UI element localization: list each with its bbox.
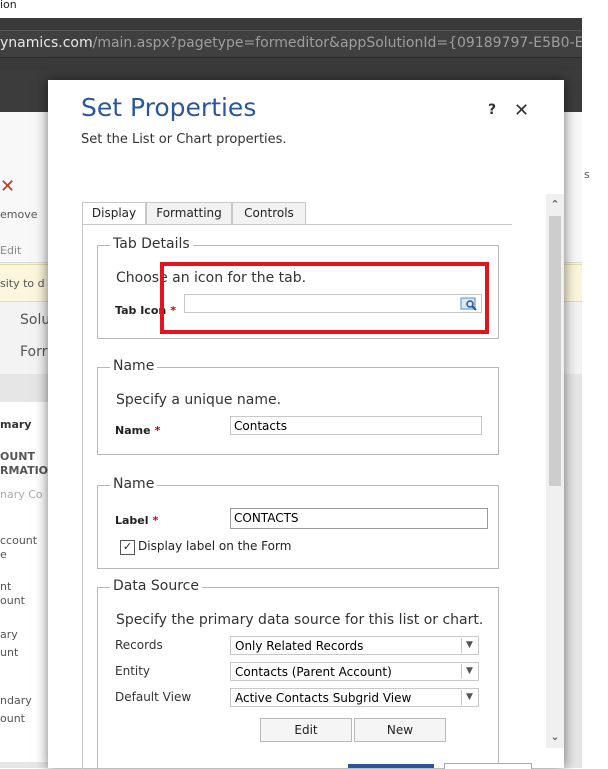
tab-controls[interactable]: Controls (232, 202, 306, 224)
data-source-instruction: Specify the primary data source for this… (116, 612, 484, 628)
dialog-subtitle: Set the List or Chart properties. (81, 132, 287, 147)
address-text: ynamics.com/main.aspx?pagetype=formedito… (0, 35, 608, 51)
display-label-text: Display label on the Form (138, 539, 292, 553)
data-source-legend: Data Source (110, 578, 202, 594)
remove-icon: ✕ (0, 176, 16, 197)
browser-toolbar: ynamics.com/main.aspx?pagetype=formedito… (0, 18, 608, 70)
scroll-up-icon[interactable]: ⌃ (546, 196, 564, 214)
tab-details-legend: Tab Details (110, 236, 193, 252)
tab-icon-label-text: Tab Icon (115, 304, 167, 317)
entity-select[interactable]: Contacts (Parent Account) ▼ (230, 662, 479, 681)
name-instruction: Specify a unique name. (116, 392, 282, 408)
default-view-label: Default View (115, 690, 192, 704)
bg-account-info-1: OUNT (0, 450, 35, 463)
new-view-button[interactable]: New (354, 718, 446, 742)
name-field[interactable]: Contacts (230, 416, 482, 435)
label-field[interactable]: CONTACTS (230, 508, 488, 529)
address-bar[interactable]: ynamics.com/main.aspx?pagetype=formedito… (0, 30, 608, 58)
bg-primary-contact: nary Co (0, 488, 43, 501)
default-view-value: Active Contacts Subgrid View (235, 691, 412, 705)
form-section: mary OUNT RMATIO nary Co ccount e nt oun… (0, 402, 49, 762)
bg-primary-2: unt (0, 646, 19, 659)
ribbon-remove-label: emove (0, 208, 38, 221)
tab-display[interactable]: Display (82, 202, 146, 225)
default-view-select[interactable]: Active Contacts Subgrid View ▼ (230, 688, 479, 707)
page-right-edge: s (582, 18, 608, 768)
edit-view-button[interactable]: Edit (260, 718, 352, 742)
bg-account-name-1: ccount (0, 534, 38, 547)
required-marker: * (152, 514, 159, 527)
window-title: ion (0, 0, 17, 11)
ribbon-edit-label: Edit (0, 244, 22, 257)
chevron-down-icon: ▼ (461, 664, 477, 679)
help-button[interactable]: ? (488, 102, 496, 118)
records-value: Only Related Records (235, 639, 364, 653)
name-label-text: Name (115, 424, 151, 437)
records-label: Records (115, 638, 163, 652)
entity-label: Entity (115, 664, 151, 678)
dialog-title: Set Properties (81, 93, 257, 122)
solution-label: Solu (20, 312, 51, 328)
form-label: Forr (20, 344, 48, 360)
chevron-down-icon: ▼ (461, 638, 477, 653)
annotation-highlight (160, 262, 489, 334)
close-button[interactable]: ✕ (514, 100, 529, 121)
notice-text: sity to d (0, 277, 45, 290)
label-label: Label * (115, 514, 158, 527)
bg-account-name-2: e (0, 548, 7, 561)
name-label: Name * (115, 424, 160, 437)
label-group: Name Label * CONTACTS ✓ Display label on … (97, 476, 499, 569)
ok-button[interactable] (348, 764, 434, 768)
address-host: ynamics.com (0, 35, 93, 51)
bg-primary-1: ary (0, 628, 18, 641)
name-legend: Name (110, 358, 158, 374)
window-title-strip: ion (0, 0, 608, 18)
tab-formatting[interactable]: Formatting (146, 202, 232, 224)
set-properties-dialog: Set Properties Set the List or Chart pro… (48, 80, 564, 769)
address-path: /main.aspx?pagetype=formeditor&appSoluti… (92, 35, 608, 51)
data-source-group: Data Source Specify the primary data sou… (97, 578, 499, 769)
bg-account-info-2: RMATIO (0, 464, 49, 477)
scroll-down-icon[interactable]: ⌄ (546, 728, 564, 746)
label-label-text: Label (115, 514, 149, 527)
name-group: Name Specify a unique name. Name * Contac… (97, 358, 499, 455)
cancel-button[interactable] (444, 763, 532, 769)
label-legend: Name (110, 476, 158, 492)
chevron-down-icon: ▼ (461, 690, 477, 705)
bg-secondary-2: ount (0, 712, 25, 725)
bg-parent-1: nt (0, 580, 12, 593)
display-label-checkbox[interactable]: ✓ (120, 540, 135, 555)
bg-primary: mary (0, 418, 32, 431)
scroll-thumb[interactable] (549, 216, 561, 486)
required-marker: * (154, 424, 161, 437)
records-select[interactable]: Only Related Records ▼ (230, 636, 479, 655)
entity-value: Contacts (Parent Account) (235, 665, 392, 679)
bg-secondary-1: ndary (0, 694, 32, 707)
panel-scrollbar[interactable]: ⌃ ⌄ (546, 194, 564, 748)
bg-right-fragment: s (584, 168, 590, 181)
bg-parent-2: ount (0, 594, 25, 607)
